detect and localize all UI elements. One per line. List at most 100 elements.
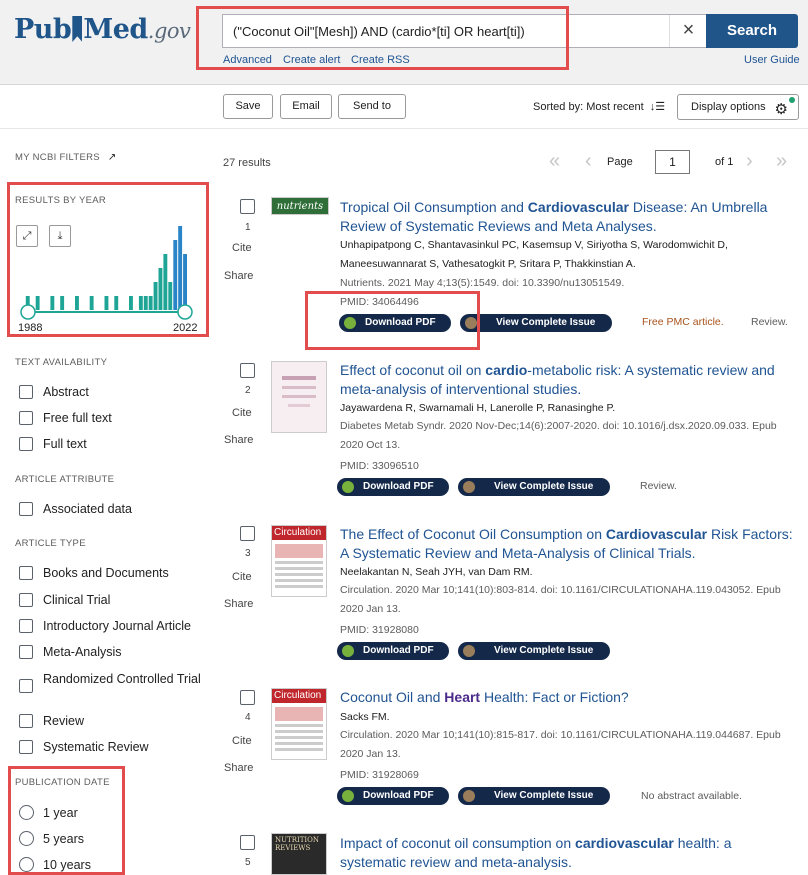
year-bar[interactable]	[129, 296, 133, 310]
result-title[interactable]: Impact of coconut oil consumption on car…	[340, 834, 796, 872]
journal-thumbnail[interactable]: Circulation	[271, 525, 327, 597]
result-checkbox[interactable]	[240, 526, 255, 541]
filter-randomized-controlled-trial[interactable]: Randomized Controlled Trial	[19, 671, 209, 693]
email-button[interactable]: Email	[280, 94, 332, 119]
cite-button[interactable]: Cite	[232, 735, 252, 747]
filter-books-and-documents[interactable]: Books and Documents	[19, 566, 169, 580]
year-bar[interactable]	[104, 296, 109, 310]
save-button[interactable]: Save	[223, 94, 273, 119]
share-button[interactable]: Share	[224, 270, 253, 282]
year-bar[interactable]	[75, 296, 79, 310]
download-pdf-button[interactable]: Download PDF	[337, 642, 449, 660]
year-bar[interactable]	[148, 296, 153, 310]
radio-button[interactable]	[19, 831, 34, 846]
search-input[interactable]: ("Coconut Oil"[Mesh]) AND (cardio*[ti] O…	[222, 14, 708, 48]
prev-page-icon[interactable]: ‹	[585, 150, 592, 173]
download-pdf-button[interactable]: Download PDF	[339, 314, 451, 332]
year-bar[interactable]	[153, 282, 158, 310]
sort-selector[interactable]: Sorted by: Most recent ↓☰	[533, 100, 665, 113]
range-handle-end[interactable]	[177, 304, 193, 320]
journal-thumbnail[interactable]: nutrients	[271, 197, 329, 215]
results-by-year-chart[interactable]	[12, 218, 197, 322]
first-page-icon[interactable]: «	[549, 150, 560, 173]
result-title[interactable]: Effect of coconut oil on cardio-metaboli…	[340, 361, 796, 399]
last-page-icon[interactable]: »	[776, 150, 787, 173]
pubdate-10-years[interactable]: 10 years	[19, 857, 91, 872]
result-title[interactable]: Coconut Oil and Heart Health: Fact or Fi…	[340, 688, 796, 707]
advanced-link[interactable]: Advanced	[223, 54, 272, 66]
journal-thumbnail[interactable]	[271, 361, 327, 433]
download-pdf-button[interactable]: Download PDF	[337, 478, 449, 496]
checkbox[interactable]	[19, 411, 33, 425]
year-bar[interactable]	[50, 296, 55, 310]
checkbox[interactable]	[19, 679, 33, 693]
checkbox[interactable]	[19, 740, 33, 754]
create-rss-link[interactable]: Create RSS	[351, 54, 410, 66]
search-button[interactable]: Search	[706, 14, 798, 48]
download-pdf-button[interactable]: Download PDF	[337, 787, 449, 805]
share-button[interactable]: Share	[224, 598, 253, 610]
sort-direction-icon[interactable]: ↓☰	[650, 101, 665, 113]
checkbox[interactable]	[19, 714, 33, 728]
range-handle-start[interactable]	[20, 304, 36, 320]
checkbox[interactable]	[19, 593, 33, 607]
cite-button[interactable]: Cite	[232, 242, 252, 254]
next-page-icon[interactable]: ›	[746, 150, 753, 173]
result-checkbox[interactable]	[240, 835, 255, 850]
radio-button[interactable]	[19, 805, 34, 820]
view-complete-issue-button[interactable]: View Complete Issue	[460, 314, 612, 332]
year-bar[interactable]	[138, 296, 143, 310]
year-bar[interactable]	[114, 296, 119, 310]
share-button[interactable]: Share	[224, 762, 253, 774]
result-checkbox[interactable]	[240, 199, 255, 214]
filter-meta-analysis[interactable]: Meta-Analysis	[19, 645, 122, 659]
result-title[interactable]: Tropical Oil Consumption and Cardiovascu…	[340, 198, 796, 236]
year-bar[interactable]	[60, 296, 65, 310]
create-alert-link[interactable]: Create alert	[283, 54, 340, 66]
filter-systematic-review[interactable]: Systematic Review	[19, 740, 149, 754]
journal-thumbnail[interactable]: NUTRITION REVIEWS	[271, 833, 327, 875]
year-bar[interactable]	[158, 268, 163, 310]
radio-button[interactable]	[19, 857, 34, 872]
filter-clinical-trial[interactable]: Clinical Trial	[19, 593, 110, 607]
filter-free-full-text[interactable]: Free full text	[19, 411, 112, 425]
view-complete-issue-button[interactable]: View Complete Issue	[458, 642, 610, 660]
checkbox[interactable]	[19, 437, 33, 451]
result-checkbox[interactable]	[240, 363, 255, 378]
pubdate-5-years[interactable]: 5 years	[19, 831, 84, 846]
filter-review[interactable]: Review	[19, 714, 84, 728]
view-complete-issue-button[interactable]: View Complete Issue	[458, 478, 610, 496]
checkbox[interactable]	[19, 385, 33, 399]
checkbox[interactable]	[19, 566, 33, 580]
cite-button[interactable]: Cite	[232, 407, 252, 419]
result-checkbox[interactable]	[240, 690, 255, 705]
checkbox[interactable]	[19, 645, 33, 659]
year-bar[interactable]	[173, 240, 178, 310]
year-bar[interactable]	[168, 282, 173, 310]
clear-icon[interactable]: ×	[669, 15, 707, 47]
year-bar[interactable]	[163, 254, 168, 310]
pubdate-1-year[interactable]: 1 year	[19, 805, 78, 820]
year-bar[interactable]	[35, 296, 40, 310]
send-to-button[interactable]: Send to	[338, 94, 406, 119]
year-bar[interactable]	[183, 254, 187, 310]
checkbox[interactable]	[19, 502, 33, 516]
year-bar[interactable]	[143, 296, 148, 310]
page-number-input[interactable]: 1	[655, 150, 690, 174]
result-title[interactable]: The Effect of Coconut Oil Consumption on…	[340, 525, 796, 563]
year-bar[interactable]	[89, 296, 94, 310]
journal-thumbnail[interactable]: Circulation	[271, 688, 327, 760]
search-query-text[interactable]: ("Coconut Oil"[Mesh]) AND (cardio*[ti] O…	[233, 24, 525, 39]
user-guide-link[interactable]: User Guide	[744, 54, 800, 66]
share-button[interactable]: Share	[224, 434, 253, 446]
my-ncbi-filters-link[interactable]: MY NCBI FILTERS ↗	[15, 152, 117, 163]
year-bar[interactable]	[178, 226, 183, 310]
filter-abstract[interactable]: Abstract	[19, 385, 89, 399]
filter-associated-data[interactable]: Associated data	[19, 502, 132, 516]
view-complete-issue-button[interactable]: View Complete Issue	[458, 787, 610, 805]
filter-full-text[interactable]: Full text	[19, 437, 87, 451]
display-options-button[interactable]: Display options ⚙	[677, 94, 799, 120]
cite-button[interactable]: Cite	[232, 571, 252, 583]
pubmed-logo[interactable]: Pub Med.gov	[14, 14, 191, 45]
checkbox[interactable]	[19, 619, 33, 633]
